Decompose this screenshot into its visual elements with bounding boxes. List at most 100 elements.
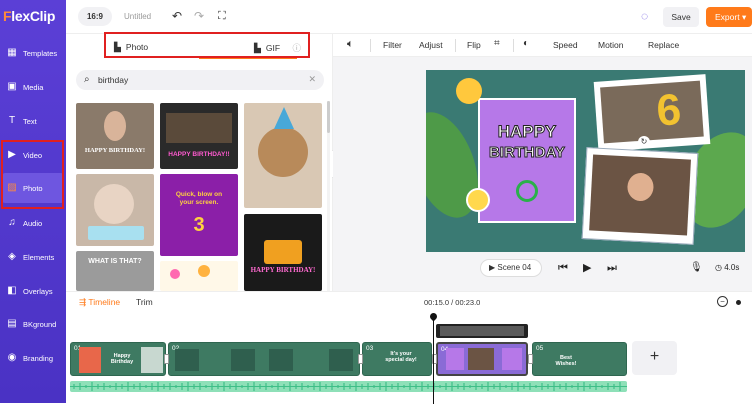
search-input[interactable] <box>98 73 298 87</box>
aspect-ratio-button[interactable]: 16:9 <box>78 7 112 26</box>
text-icon: T <box>8 115 16 126</box>
video-canvas[interactable]: HAPPY BIRTHDAY 6 ↻ <box>426 70 745 252</box>
replace-button[interactable]: Replace <box>648 40 679 50</box>
zoom-slider-knob[interactable] <box>736 300 741 305</box>
clear-search-icon[interactable]: ✕ <box>308 74 316 85</box>
sidebar-item-label: Templates <box>23 49 58 58</box>
zoom-out-icon[interactable]: − <box>717 296 728 307</box>
timeline-clip-02[interactable]: 02 <box>168 342 360 376</box>
fullscreen-icon[interactable]: ⛶ <box>218 9 226 23</box>
templates-icon: ▦ <box>7 47 17 58</box>
sidebar-item-photo[interactable]: ▨ Photo <box>2 173 64 203</box>
scene-selector[interactable]: ▶ Scene 04 <box>480 259 542 277</box>
thumb-figure <box>104 111 126 141</box>
timeline-clip-04[interactable]: 04 <box>436 342 528 376</box>
active-tab-indicator <box>199 57 297 59</box>
opacity-icon[interactable]: ◐ <box>523 38 529 49</box>
duration-display[interactable]: ◷ 4.0s <box>715 261 739 275</box>
thumb-caption: HAPPY BIRTHDAY! <box>250 266 316 274</box>
thumb-party-hat <box>274 107 294 129</box>
sidebar-item-overlays[interactable]: ◧ Overlays <box>2 276 64 306</box>
thumb-scene <box>166 113 232 143</box>
gif-thumbnail[interactable]: HAPPY BIRTHDAY!! <box>160 103 238 169</box>
export-button[interactable]: Export ▾ <box>706 7 752 27</box>
photo-frame-top[interactable]: 6 <box>593 74 711 152</box>
gif-thumbnail[interactable]: HAPPY BIRTHDAY! <box>244 214 322 291</box>
audio-waveform <box>70 382 627 391</box>
gif-overlay-track[interactable] <box>436 324 528 338</box>
clip-frame <box>269 349 293 371</box>
timeline-clip-05[interactable]: 05 Best Wishes! <box>532 342 627 376</box>
flip-button[interactable]: Flip <box>467 40 481 50</box>
sidebar-item-audio[interactable]: ♫ Audio <box>2 208 64 238</box>
timeline-clip-03[interactable]: 03 It's your special day! <box>362 342 432 376</box>
flexclip-logo[interactable]: FlexClip <box>3 8 55 24</box>
clip-frame <box>141 347 163 373</box>
search-bar: ⌕ ✕ <box>76 70 324 90</box>
transition-handle[interactable] <box>164 354 169 364</box>
sidebar-item-label: Photo <box>23 184 43 193</box>
gif-thumbnail[interactable] <box>76 174 154 246</box>
photo-frame-selected[interactable] <box>581 147 699 245</box>
previous-icon[interactable]: ⏮︎ <box>558 261 568 275</box>
sidebar-item-media[interactable]: ▣ Media <box>2 72 64 102</box>
timeline-icon: ⇶ <box>79 297 89 307</box>
search-icon: ⌕ <box>84 74 90 85</box>
toolbar-divider <box>513 39 514 52</box>
sidebar-item-video[interactable]: ▶ Video <box>2 140 64 170</box>
elements-icon: ◈ <box>8 251 16 262</box>
gif-thumbnail[interactable]: HAPPY BIRTHDAY! <box>76 103 154 169</box>
chat-icon[interactable]: ◌ <box>641 9 648 23</box>
play-icon[interactable]: ▶ <box>583 261 591 275</box>
gif-thumbnail[interactable] <box>244 103 322 208</box>
sidebar-item-templates[interactable]: ▦ Templates <box>2 38 64 68</box>
time-ruler[interactable] <box>66 311 752 321</box>
transition-handle[interactable] <box>528 354 533 364</box>
sidebar-item-label: Video <box>23 151 43 160</box>
playhead[interactable] <box>433 315 434 404</box>
clip-text: Happy Birthday <box>110 353 134 365</box>
speed-button[interactable]: Speed <box>553 40 578 50</box>
next-icon[interactable]: ⏭︎ <box>607 261 617 275</box>
audio-track[interactable] <box>70 381 627 392</box>
project-title[interactable]: Untitled <box>124 12 151 21</box>
volume-icon[interactable]: 🔈︎ <box>347 38 354 51</box>
birthday-card[interactable]: HAPPY BIRTHDAY <box>478 98 576 223</box>
clip-text: It's your special day! <box>385 351 417 363</box>
adjust-button[interactable]: Adjust <box>419 40 443 50</box>
add-scene-button[interactable]: + <box>632 341 677 375</box>
tab-timeline[interactable]: ⇶ Timeline <box>79 297 120 308</box>
tab-gif[interactable]: ▙ GIF ⓘ <box>254 42 301 64</box>
filter-button[interactable]: Filter <box>383 40 402 50</box>
timeline-clip-01[interactable]: 01 Happy Birthday <box>70 342 166 376</box>
save-button[interactable]: Save <box>663 7 699 27</box>
tab-trim[interactable]: Trim <box>136 297 153 307</box>
motion-button[interactable]: Motion <box>598 40 624 50</box>
audio-icon: ♫ <box>8 217 16 228</box>
sidebar-item-elements[interactable]: ◈ Elements <box>2 242 64 272</box>
video-icon: ▶ <box>8 149 16 160</box>
redo-icon[interactable]: ↷ <box>194 9 204 23</box>
tab-photo[interactable]: ▙ Photo <box>114 42 148 64</box>
transition-handle[interactable] <box>358 354 363 364</box>
thumb-caption: WHAT IS THAT? <box>88 258 142 265</box>
rotate-handle-icon[interactable]: ↻ <box>638 136 650 148</box>
clip-frame <box>468 348 494 370</box>
sidebar-item-branding[interactable]: ◉ Branding <box>2 343 64 373</box>
undo-icon[interactable]: ↶ <box>172 9 182 23</box>
duration-label: 4.0s <box>724 263 740 272</box>
gif-thumbnail[interactable]: WHAT IS THAT? <box>76 251 154 291</box>
gif-thumbnail[interactable] <box>160 261 238 291</box>
sidebar-item-label: Branding <box>23 354 54 363</box>
sidebar-item-bkground[interactable]: ▤ BKground <box>2 309 64 339</box>
sidebar-item-text[interactable]: T Text <box>2 106 64 136</box>
info-icon[interactable]: ⓘ <box>292 43 301 53</box>
chevron-down-icon: ▾ <box>739 12 747 22</box>
thumb-dog <box>258 127 308 177</box>
gif-tab-icon: ▙ <box>254 43 261 53</box>
microphone-icon[interactable]: 🎙︎ <box>690 261 703 275</box>
crop-icon[interactable]: ⌗ <box>494 38 500 49</box>
gif-thumbnail[interactable]: Quick, blow on your screen. 3 <box>160 174 238 256</box>
panel-scrollbar-thumb[interactable] <box>327 101 330 133</box>
time-readout: 00:15.0 / 00:23.0 <box>424 298 481 307</box>
